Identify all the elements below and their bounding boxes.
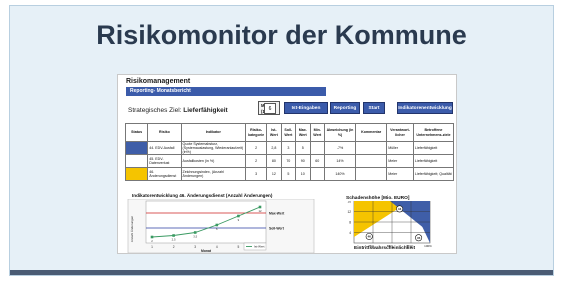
min-value: 60 [309, 154, 325, 168]
goals: Lieferfähigkeit [412, 154, 455, 168]
reference-label: Soll-Wert [269, 227, 285, 231]
col-abweichung: Abweichung (in %) [323, 123, 357, 142]
slide-bottom-bar [10, 270, 553, 275]
deviation: 140% [323, 167, 357, 181]
y-axis-label: Anzahl Änderungen [130, 215, 134, 242]
data-point [150, 235, 154, 239]
col-max: Max. Wert [295, 123, 311, 142]
start-button[interactable]: Start [363, 102, 385, 114]
ist-value: 12 [266, 167, 282, 181]
y-tick-label: 8 [349, 221, 351, 225]
x-tick-label: 3 [194, 245, 196, 249]
y-tick-label: 4 [349, 231, 351, 235]
owner: Meier [386, 154, 414, 168]
indicator: Ausfallkosten (in %) [180, 154, 247, 168]
report-subtitle-bar: Reporting- Monatsbericht [126, 87, 326, 96]
min-value [309, 141, 325, 155]
col-soll: Soll-Wert [280, 123, 297, 142]
col-risiko: Risiko [147, 123, 182, 142]
deviation: 14% [323, 154, 357, 168]
slide-title: Risikomonitor der Kommune [96, 20, 467, 50]
data-point [258, 205, 262, 209]
status-indicator [124, 141, 149, 155]
col-kategorie: Risiko-kategorie [245, 123, 268, 142]
col-verantwortlicher: Verantwort-licher [386, 123, 414, 142]
ist-eingaben-button[interactable]: Ist-Eingaben [284, 102, 328, 114]
month-input[interactable]: 6 [264, 103, 276, 114]
comment[interactable] [355, 154, 388, 168]
col-ziele: Betroffene Unternehmens-ziele [412, 123, 455, 142]
y-tick-label: 12 [347, 210, 351, 214]
x-tick-label: 1 [151, 245, 153, 249]
max-value: 90 [295, 154, 311, 168]
matrix-xlabel: Eintrittswahrscheinlichkeit [354, 246, 416, 251]
reference-label: Max-Wert [269, 212, 285, 216]
indikatorenentwicklung-button[interactable]: Indikatorenentwicklung [397, 102, 453, 114]
ist-value: 80 [266, 154, 282, 168]
risk-name: 44. EDV-Ausfall [147, 141, 182, 155]
goals: Lieferfähigkeit; Qualität [412, 167, 455, 181]
col-ist: Ist-Wert [266, 123, 282, 142]
min-value [309, 167, 325, 181]
max-value: 5 [295, 141, 311, 155]
x-axis-label: Monat [201, 249, 212, 253]
indicator: Zeichnungsindex, (Anzahl Änderungen) [180, 167, 247, 181]
legend-label: Ist-Wert [254, 245, 265, 249]
risk-point-label: 44 [398, 207, 402, 211]
col-indikator: Indikator [180, 123, 247, 142]
soll-value: 5 [280, 167, 297, 181]
comment[interactable] [355, 141, 388, 155]
slide: Risikomonitor der Kommune Risikomanageme… [9, 5, 554, 276]
plot-area [145, 200, 267, 244]
data-label: 12 [258, 209, 262, 213]
data-point [237, 214, 240, 218]
risk-name: 46. Änderungsdienst [147, 167, 182, 181]
comment[interactable] [355, 167, 388, 181]
x-tick-label: 5 [238, 245, 240, 249]
line-chart-title: Indikatorentwicklung 46. Änderungsdienst… [132, 193, 273, 198]
soll-value: 3 [280, 141, 297, 155]
goals: Lieferfähigkeit [412, 141, 455, 155]
owner: Meier [386, 167, 414, 181]
deviation: -7% [323, 141, 357, 155]
goal-label: Strategisches Ziel: [128, 107, 182, 114]
indicator: Quote Systemabsturz, (Systemauslastung, … [180, 141, 247, 155]
report-title: Risikomanagement [126, 78, 191, 85]
data-point [215, 223, 219, 227]
category: 2 [245, 154, 268, 168]
col-kommentar: Kommentar [355, 123, 388, 142]
col-status: Status [124, 123, 149, 142]
category: 3 [245, 167, 268, 181]
strategic-goal: Strategisches Ziel: Lieferfähigkeit [128, 107, 228, 114]
line-chart: Max-WertSoll-Wert12345622,53,56912MonatA… [127, 199, 315, 253]
soll-value: 70 [280, 154, 297, 168]
risk-name: 45. EDV-Datenverlust [147, 154, 182, 168]
status-indicator [124, 154, 149, 168]
report-frame: Risikomanagement Reporting- Monatsberich… [117, 74, 457, 254]
y-tick-label: 16 [347, 201, 351, 204]
data-label: 3,5 [193, 235, 197, 239]
data-label: 2,5 [172, 238, 176, 242]
x-tick-label: 4 [216, 245, 218, 249]
goal-value: Lieferfähigkeit [183, 107, 228, 114]
col-min: Min. Wert [309, 123, 325, 142]
risk-point-label: 46 [368, 235, 372, 239]
status-indicator [124, 167, 149, 181]
risk-point-label: 45 [417, 236, 421, 240]
risk-table: Status Risiko Indikator Risiko-kategorie… [124, 123, 455, 181]
ist-value: 2,8 [266, 141, 282, 155]
owner: Müller [386, 141, 414, 155]
risk-matrix: 48121625% 50% 75% 100%4446 45 [347, 201, 432, 247]
table-row[interactable]: 44. EDV-Ausfall Quote Systemabsturz, (Sy… [124, 141, 455, 155]
table-header-row: Status Risiko Indikator Risiko-kategorie… [124, 123, 455, 142]
x-tick-label: 2 [173, 245, 175, 249]
max-value: 10 [295, 167, 311, 181]
reporting-button[interactable]: Reporting [330, 102, 360, 114]
x-tick-label: 100% [424, 244, 432, 247]
table-row[interactable]: 45. EDV-Datenverlust Ausfallkosten (in %… [124, 154, 455, 168]
table-row[interactable]: 46. Änderungsdienst Zeichnungsindex, (An… [124, 167, 455, 181]
data-point [193, 231, 197, 234]
category: 2 [245, 141, 268, 155]
data-point [172, 234, 175, 237]
